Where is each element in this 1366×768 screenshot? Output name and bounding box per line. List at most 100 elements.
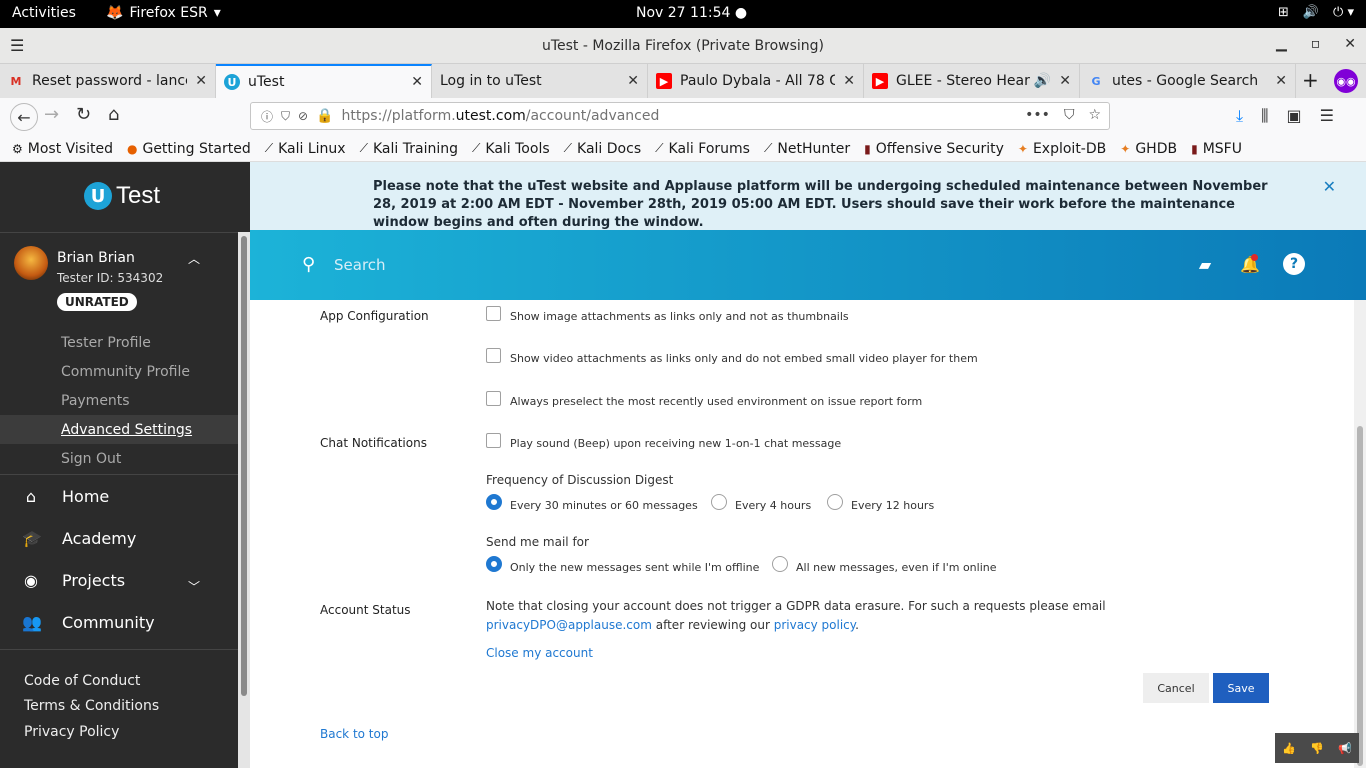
text: . (855, 618, 859, 632)
sidebar-item-projects[interactable]: ◉ Projects (22, 571, 125, 590)
save-button[interactable]: Save (1213, 673, 1269, 703)
menu-icon[interactable]: ☰ (1320, 106, 1334, 126)
close-tab-icon[interactable]: ✕ (1275, 73, 1287, 89)
feedback-widget[interactable]: 👍 👎 📢 (1275, 733, 1359, 763)
home-button[interactable]: ⌂ (108, 104, 119, 125)
app-menu[interactable]: 🦊 Firefox ESR ▾ (106, 5, 221, 21)
sidebar-item-payments[interactable]: Payments (61, 393, 130, 409)
tracking-protection-icon[interactable]: ⛉ (281, 109, 290, 124)
library-icon[interactable]: ⫼ (1261, 106, 1268, 126)
new-tab-button[interactable]: + (1302, 68, 1319, 92)
close-tab-icon[interactable]: ✕ (411, 74, 423, 90)
pocket-icon[interactable]: ⛉ (1064, 107, 1075, 123)
digest-12hours-radio[interactable] (827, 494, 843, 510)
bookmark-kali-tools[interactable]: ⟋ Kali Tools (472, 141, 550, 157)
divider (0, 649, 238, 650)
close-tab-icon[interactable]: ✕ (195, 73, 207, 89)
window-menu-icon[interactable]: ☰ (10, 36, 24, 55)
clock[interactable]: Nov 27 11:54 ● (636, 5, 747, 21)
divider (0, 232, 238, 233)
reload-button[interactable]: ↻ (76, 104, 91, 125)
maximize-button[interactable]: ▫ (1311, 36, 1321, 52)
downloads-icon[interactable]: ⤓ (1236, 106, 1243, 126)
back-to-top-link[interactable]: Back to top (320, 727, 388, 741)
image-attachments-checkbox[interactable] (486, 306, 501, 321)
help-icon[interactable]: ? (1283, 253, 1305, 275)
bookmark-kali-linux[interactable]: ⟋ Kali Linux (265, 141, 346, 157)
privacy-policy-link[interactable]: Privacy Policy (24, 724, 119, 740)
sidebar-item-sign-out[interactable]: Sign Out (61, 451, 121, 467)
system-tray[interactable]: ⊞ 🔊 ⏻ ▾ (1278, 5, 1354, 20)
bookmark-most-visited[interactable]: ⚙ Most Visited (12, 141, 113, 157)
info-icon[interactable]: ⓘ (261, 108, 273, 125)
close-account-link[interactable]: Close my account (486, 646, 593, 660)
privacy-policy-inline-link[interactable]: privacy policy (774, 618, 855, 632)
code-of-conduct-link[interactable]: Code of Conduct (24, 673, 140, 689)
avatar[interactable] (14, 246, 48, 280)
page-actions-icon[interactable]: ••• (1025, 107, 1050, 123)
bookmark-msfu[interactable]: ▮ MSFU (1191, 141, 1242, 157)
thumbs-up-icon[interactable]: 👍 (1282, 742, 1296, 755)
chevron-down-icon[interactable]: ﹀ (188, 578, 200, 595)
tab-youtube-dybala[interactable]: ▶ Paulo Dybala - All 78 Go ✕ (648, 64, 864, 98)
forward-button[interactable]: → (44, 104, 59, 125)
sidebar-item-tester-profile[interactable]: Tester Profile (61, 335, 151, 351)
bookmark-getting-started[interactable]: ● Getting Started (127, 141, 251, 157)
tab-google-search[interactable]: G utes - Google Search ✕ (1080, 64, 1296, 98)
mail-offline-radio[interactable] (486, 556, 502, 572)
video-attachments-checkbox[interactable] (486, 348, 501, 363)
sidebar-item-academy[interactable]: 🎓 Academy (22, 529, 136, 548)
tab-login-utest[interactable]: Log in to uTest ✕ (432, 64, 648, 98)
sidebar-item-community[interactable]: 👥 Community (22, 613, 155, 632)
thumbs-down-icon[interactable]: 👎 (1310, 742, 1324, 755)
close-tab-icon[interactable]: ✕ (1059, 73, 1071, 89)
tab-utest[interactable]: U uTest ✕ (216, 64, 432, 98)
close-icon[interactable]: ✕ (1323, 177, 1336, 196)
bookmark-star-icon[interactable]: ☆ (1088, 107, 1101, 123)
tab-reset-password[interactable]: M Reset password - lance ✕ (0, 64, 216, 98)
play-sound-checkbox[interactable] (486, 433, 501, 448)
bookmark-exploit-db[interactable]: ✦ Exploit-DB (1018, 141, 1106, 157)
lock-icon[interactable]: 🔒 (316, 108, 333, 124)
network-icon: ⊞ (1277, 5, 1289, 20)
digest-30min-radio[interactable] (486, 494, 502, 510)
megaphone-icon[interactable]: 📢 (1338, 742, 1352, 755)
bookmark-kali-docs[interactable]: ⟋ Kali Docs (564, 141, 642, 157)
window-close-button[interactable]: ✕ (1344, 36, 1356, 52)
digest-4hours-radio[interactable] (711, 494, 727, 510)
sidebar-item-advanced-settings[interactable]: Advanced Settings (61, 422, 192, 438)
sidebar-toggle-icon[interactable]: ▣ (1286, 106, 1301, 126)
kali-icon: ⟋ (655, 141, 664, 155)
preselect-environment-checkbox[interactable] (486, 391, 501, 406)
bookmark-offensive-security[interactable]: ▮ Offensive Security (864, 141, 1004, 157)
mail-all-radio[interactable] (772, 556, 788, 572)
firefox-icon: 🦊 (106, 5, 124, 21)
privacy-email-link[interactable]: privacyDPO@applause.com (486, 618, 652, 632)
utest-logo[interactable]: U Test (84, 182, 160, 210)
search-input[interactable] (334, 252, 934, 278)
minimize-button[interactable]: ▁ (1276, 36, 1287, 52)
url-bar[interactable]: ⓘ ⛉ ⊘ 🔒 https://platform.utest.com/accou… (250, 102, 1110, 130)
tab-youtube-glee[interactable]: ▶ GLEE - Stereo Hearts 🔊 ✕ (864, 64, 1080, 98)
activities-button[interactable]: Activities (12, 5, 76, 21)
back-button[interactable]: ← (10, 103, 38, 131)
permissions-icon[interactable]: ⊘ (298, 109, 308, 123)
user-name[interactable]: Brian Brian (57, 250, 135, 266)
sidebar-scrollbar-thumb[interactable] (241, 236, 247, 696)
main-scrollbar-thumb[interactable] (1357, 426, 1363, 766)
cancel-button[interactable]: Cancel (1143, 673, 1209, 703)
chevron-up-icon[interactable]: ︿ (188, 250, 200, 267)
bookmark-nethunter[interactable]: ⟋ NetHunter (764, 141, 850, 157)
close-tab-icon[interactable]: ✕ (627, 73, 639, 89)
bookmark-kali-training[interactable]: ⟋ Kali Training (360, 141, 458, 157)
speaker-icon[interactable]: 🔊 (1034, 73, 1051, 89)
nav-label: Projects (62, 571, 126, 590)
chat-icon[interactable]: ▰ (1194, 253, 1216, 275)
sidebar-item-home[interactable]: ⌂ Home (22, 487, 109, 506)
bookmark-ghdb[interactable]: ✦ GHDB (1120, 141, 1177, 157)
terms-conditions-link[interactable]: Terms & Conditions (24, 698, 159, 714)
close-tab-icon[interactable]: ✕ (843, 73, 855, 89)
offsec-icon: ▮ (864, 141, 871, 156)
sidebar-item-community-profile[interactable]: Community Profile (61, 364, 190, 380)
bookmark-kali-forums[interactable]: ⟋ Kali Forums (655, 141, 750, 157)
